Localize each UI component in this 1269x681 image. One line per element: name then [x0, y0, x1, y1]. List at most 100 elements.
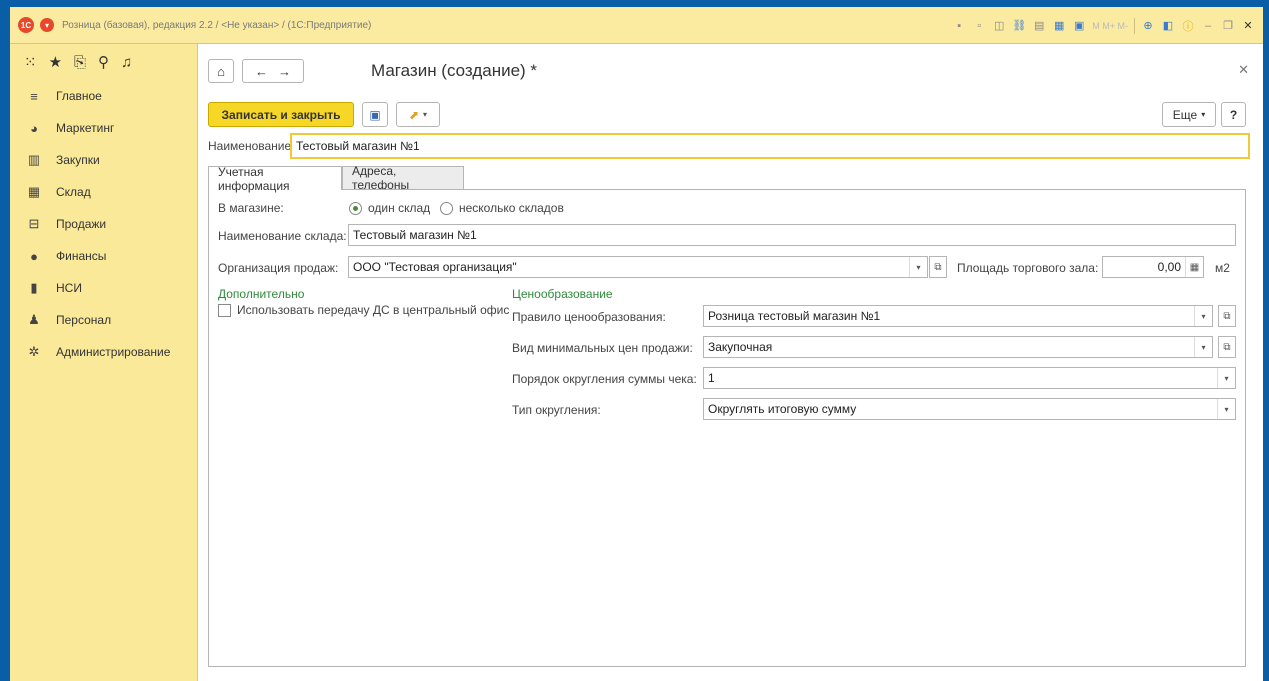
- radio-one-warehouse[interactable]: [349, 202, 362, 215]
- close-window-icon[interactable]: ✕: [1241, 19, 1255, 33]
- app-logo-icon[interactable]: 1С: [18, 17, 34, 33]
- sidebar-item-marketing[interactable]: ◕ Маркетинг: [10, 112, 197, 144]
- additional-section-header: Дополнительно: [218, 287, 305, 301]
- pricing-rule-value: Розница тестовый магазин №1: [708, 309, 881, 323]
- more-label: Еще: [1172, 107, 1198, 122]
- title-bar: 1С ▾ Розница (базовая), редакция 2.2 / <…: [10, 7, 1263, 44]
- rounding-order-label: Порядок округления суммы чека:: [512, 372, 697, 386]
- pricing-rule-field[interactable]: Розница тестовый магазин №1 ▾: [703, 305, 1213, 327]
- pricing-section-header: Ценообразование: [512, 287, 613, 301]
- min-price-field[interactable]: Закупочная ▾: [703, 336, 1213, 358]
- dropdown-arrow-icon[interactable]: ▾: [1194, 337, 1212, 357]
- sidebar-item-admin[interactable]: ✲ Администрирование: [10, 336, 197, 368]
- tab-panel-account-info: В магазине: один склад несколько складов…: [208, 189, 1246, 667]
- history-icon[interactable]: ⎘: [74, 54, 86, 71]
- apps-grid-icon[interactable]: ⁙: [24, 53, 37, 71]
- sales-org-field[interactable]: ООО "Тестовая организация" ▾: [348, 256, 928, 278]
- memory-buttons[interactable]: M M+ M-: [1092, 21, 1128, 31]
- save-button[interactable]: ▣: [362, 102, 388, 127]
- warehouse-name-field[interactable]: Тестовый магазин №1: [348, 224, 1236, 246]
- name-label: Наименование:: [208, 139, 295, 153]
- page-title: Магазин (создание) *: [371, 61, 538, 80]
- home-button[interactable]: ⌂: [208, 59, 234, 83]
- close-form-icon[interactable]: ✕: [1238, 62, 1249, 78]
- window-frame-top: [0, 0, 1269, 7]
- dropdown-arrow-icon[interactable]: ▾: [1194, 306, 1212, 326]
- dropdown-arrow-icon[interactable]: ▾: [1217, 399, 1235, 419]
- create-based-on-button[interactable]: ⬈ ▾: [396, 102, 440, 127]
- sidebar-item-personnel[interactable]: ♟ Персонал: [10, 304, 197, 336]
- rounding-order-field[interactable]: 1 ▾: [703, 367, 1236, 389]
- sidebar-item-reference[interactable]: ▮ НСИ: [10, 272, 197, 304]
- transfer-to-office-checkbox[interactable]: [218, 304, 231, 317]
- chevron-down-icon: ▾: [423, 110, 428, 119]
- print-icon[interactable]: ▫: [972, 19, 986, 33]
- sidebar-item-purchases[interactable]: ▥ Закупки: [10, 144, 197, 176]
- name-field[interactable]: Тестовый магазин №1: [290, 133, 1250, 159]
- open-min-price-button[interactable]: ⧉: [1218, 336, 1236, 358]
- more-button[interactable]: Еще ▾: [1162, 102, 1216, 127]
- main-menu-icon[interactable]: ▾: [40, 18, 54, 32]
- save-and-close-button[interactable]: Записать и закрыть: [208, 102, 354, 127]
- sidebar-item-main[interactable]: ≡ Главное: [10, 80, 197, 112]
- dropdown-arrow-icon[interactable]: ▾: [1217, 368, 1235, 388]
- transfer-to-office-label[interactable]: Использовать передачу ДС в центральный о…: [237, 303, 509, 317]
- link-icon[interactable]: ⛓: [1012, 19, 1026, 33]
- rounding-type-value: Округлять итоговую сумму: [708, 402, 857, 416]
- sidebar-item-sales[interactable]: ⊟ Продажи: [10, 208, 197, 240]
- zoom-icon[interactable]: ⊕: [1141, 19, 1155, 33]
- sidebar: ⁙ ★ ⎘ ⚲ ♫ ≡ Главное ◕ Маркетинг ▥ Закупк…: [10, 44, 198, 681]
- calendar-icon[interactable]: ▣: [1072, 19, 1086, 33]
- open-window-icon: ⧉: [934, 261, 942, 273]
- tab-account-info[interactable]: Учетная информация: [208, 165, 342, 193]
- warehouse-name-value: Тестовый магазин №1: [353, 228, 477, 242]
- radio-many-warehouses[interactable]: [440, 202, 453, 215]
- open-pricing-rule-button[interactable]: ⧉: [1218, 305, 1236, 327]
- pricing-rule-label: Правило ценообразования:: [512, 310, 666, 324]
- radio-many-warehouses-label[interactable]: несколько складов: [459, 201, 564, 215]
- favorites-star-icon[interactable]: ★: [49, 53, 62, 71]
- sales-org-label: Организация продаж:: [218, 261, 339, 275]
- window-frame-left: [0, 0, 10, 681]
- book-icon: ▮: [30, 280, 38, 295]
- help-button[interactable]: ?: [1221, 102, 1246, 127]
- min-price-label: Вид минимальных цен продажи:: [512, 341, 693, 355]
- pie-chart-icon: ◕: [30, 120, 38, 136]
- area-field[interactable]: 0,00 ▦: [1102, 256, 1204, 278]
- radio-one-warehouse-label[interactable]: один склад: [368, 201, 430, 215]
- basket-icon: ⊟: [28, 216, 40, 231]
- sidebar-item-warehouse[interactable]: ▦ Склад: [10, 176, 197, 208]
- back-arrow-icon[interactable]: ←: [255, 64, 268, 79]
- area-label: Площадь торгового зала:: [957, 261, 1099, 275]
- preview-icon[interactable]: ◫: [992, 19, 1006, 33]
- panels-icon[interactable]: ◧: [1161, 19, 1175, 33]
- save-icon[interactable]: ▪: [952, 19, 966, 33]
- notifications-bell-icon[interactable]: ♫: [121, 54, 132, 71]
- info-icon[interactable]: ⓘ: [1181, 19, 1195, 33]
- chevron-down-icon: ▾: [1201, 110, 1206, 119]
- dropdown-arrow-icon[interactable]: ▾: [909, 257, 927, 277]
- rounding-type-field[interactable]: Округлять итоговую сумму ▾: [703, 398, 1236, 420]
- home-icon: ⌂: [217, 63, 225, 79]
- forward-arrow-icon[interactable]: →: [278, 64, 291, 79]
- warehouse-icon: ▦: [27, 184, 41, 199]
- calculator-icon[interactable]: ▦: [1052, 19, 1066, 33]
- open-org-button[interactable]: ⧉: [929, 256, 947, 278]
- history-nav-buttons: ← →: [242, 59, 304, 83]
- sales-org-value: ООО "Тестовая организация": [353, 260, 517, 274]
- window-frame-right: [1263, 0, 1269, 681]
- form-area: ⌂ ← → Магазин (создание) * ✕ Записать и …: [198, 44, 1263, 681]
- sidebar-item-finance[interactable]: ● Финансы: [10, 240, 197, 272]
- person-icon: ♟: [28, 312, 40, 327]
- minimize-icon[interactable]: ‒: [1201, 19, 1215, 33]
- warehouse-name-label: Наименование склада:: [218, 229, 347, 243]
- floppy-disk-icon: ▣: [369, 107, 381, 122]
- restore-icon[interactable]: ❐: [1221, 19, 1235, 33]
- gear-icon: ✲: [28, 344, 40, 359]
- clipboard-icon[interactable]: ▤: [1032, 19, 1046, 33]
- app-title: Розница (базовая), редакция 2.2 / <Не ук…: [62, 19, 372, 31]
- tab-addresses-phones[interactable]: Адреса, телефоны: [342, 164, 464, 192]
- search-icon[interactable]: ⚲: [98, 53, 109, 71]
- calculator-icon[interactable]: ▦: [1185, 257, 1203, 277]
- open-window-icon: ⧉: [1223, 341, 1231, 353]
